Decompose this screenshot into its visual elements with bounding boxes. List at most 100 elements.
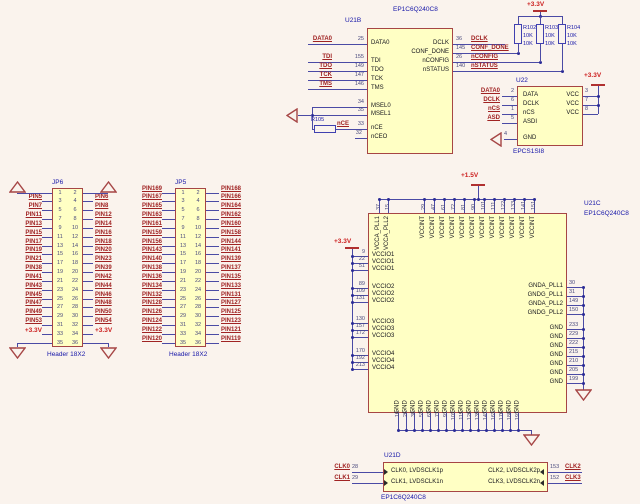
net-label: PIN156	[126, 239, 162, 246]
r105-body[interactable]	[314, 125, 336, 133]
pin-name: GND	[451, 384, 458, 414]
header-pin-number: 11	[177, 234, 189, 240]
header-pin-number: 14	[192, 243, 204, 249]
wire	[83, 210, 93, 211]
pin-name: GND	[465, 361, 563, 368]
wire	[162, 290, 175, 291]
u21c-designator: U21C	[584, 200, 601, 207]
junction-dot	[517, 429, 520, 432]
header-pin-number: 12	[192, 234, 204, 240]
net-label: CLK1	[324, 475, 350, 482]
pin-name: VCCINT	[520, 216, 528, 260]
wire	[162, 281, 175, 282]
pin-name: GNDA_PLL2	[465, 301, 563, 308]
ground-symbol[interactable]	[523, 434, 540, 446]
header-pin-number: 2	[192, 190, 204, 196]
net-label: PIN47	[6, 300, 42, 307]
pullup-resistor-body[interactable]	[536, 24, 544, 44]
pin-number: 37	[376, 194, 382, 210]
pin-name: GND	[465, 334, 563, 341]
pin-name: VCCIO4	[372, 351, 412, 358]
header-pin-number: 28	[192, 304, 204, 310]
pin-number: 213	[350, 362, 365, 368]
pin-number: 51	[350, 263, 365, 269]
wire	[206, 263, 219, 264]
pin-number: 2	[502, 88, 514, 94]
pin-number: 32	[336, 130, 362, 136]
header-pin-number: 22	[192, 278, 204, 284]
net-label: PIN49	[6, 309, 42, 316]
u21d-part-label: EP1C6Q240C8	[381, 494, 426, 501]
net-label: nCE	[337, 121, 351, 128]
u22-designator: U22	[516, 77, 528, 84]
net-label: PIN167	[126, 194, 162, 201]
wire	[17, 343, 52, 344]
pin-number: 28	[352, 464, 364, 470]
header-pin-number: 35	[54, 340, 66, 346]
wire	[42, 307, 52, 308]
wire	[206, 219, 219, 220]
pin-name: CONF_DONE	[369, 49, 449, 56]
header-pin-number: 18	[69, 260, 81, 266]
pin-name: VCCIO3	[372, 326, 412, 333]
ground-symbol[interactable]	[490, 132, 502, 147]
net-label: PIN166	[221, 194, 257, 201]
pullup-resistor-body[interactable]	[558, 24, 566, 44]
net-label: PIN123	[221, 318, 257, 325]
wire	[562, 44, 563, 71]
wire	[162, 228, 175, 229]
wire	[162, 343, 175, 344]
header-pin-number: 26	[192, 296, 204, 302]
resistor-designator: R104	[567, 25, 587, 31]
pin-name: TMS	[371, 85, 431, 92]
u21d-body[interactable]	[383, 462, 548, 492]
wire	[206, 272, 219, 273]
u22-part-label: EPCS1SI8	[513, 148, 544, 155]
wire	[567, 347, 583, 348]
wire	[83, 272, 93, 273]
pin-number: 122	[501, 194, 507, 210]
ground-symbol[interactable]	[9, 347, 26, 359]
pin-name: VCCINT	[450, 216, 458, 260]
net-label: PIN119	[221, 336, 257, 343]
ground-symbol[interactable]	[9, 181, 26, 193]
ground-symbol[interactable]	[286, 108, 298, 123]
net-label: PIN161	[126, 221, 162, 228]
wire	[206, 334, 219, 335]
net-label: PIN5	[6, 194, 42, 201]
junction-dot	[469, 429, 472, 432]
junction-dot	[397, 429, 400, 432]
ground-symbol[interactable]	[575, 389, 592, 401]
pin-number: 6	[502, 97, 514, 103]
u21b-part-label: EP1C6Q240C8	[393, 6, 438, 13]
net-label: CLK3	[565, 475, 595, 482]
pin-name: VCCIO2	[372, 291, 412, 298]
pin-number: 199	[569, 376, 583, 382]
net-label: TMS	[276, 81, 332, 88]
header-pin-number: 5	[54, 207, 66, 213]
pin-number: 229	[569, 331, 583, 337]
wire	[562, 16, 563, 24]
wire	[453, 71, 562, 72]
wire	[83, 219, 93, 220]
wire	[206, 254, 219, 255]
net-label: PIN127	[221, 300, 257, 307]
ground-symbol[interactable]	[100, 181, 117, 193]
header-pin-number: 14	[69, 243, 81, 249]
net-label: +3.3V	[6, 327, 42, 334]
net-label: PIN13	[6, 221, 42, 228]
wire	[312, 107, 313, 129]
header-pin-number: 17	[54, 260, 66, 266]
header-pin-number: 34	[192, 331, 204, 337]
header-pin-number: 8	[192, 216, 204, 222]
wire	[206, 325, 219, 326]
clock-pin-marker	[540, 480, 544, 486]
pin-number: 150	[569, 307, 583, 313]
ground-symbol[interactable]	[100, 347, 117, 359]
wire	[312, 129, 314, 130]
header-pin-number: 30	[192, 313, 204, 319]
pullup-resistor-body[interactable]	[514, 24, 522, 44]
net-label: PIN159	[126, 230, 162, 237]
pin-name: VCCIO3	[372, 319, 412, 326]
header-pin-number: 27	[54, 304, 66, 310]
